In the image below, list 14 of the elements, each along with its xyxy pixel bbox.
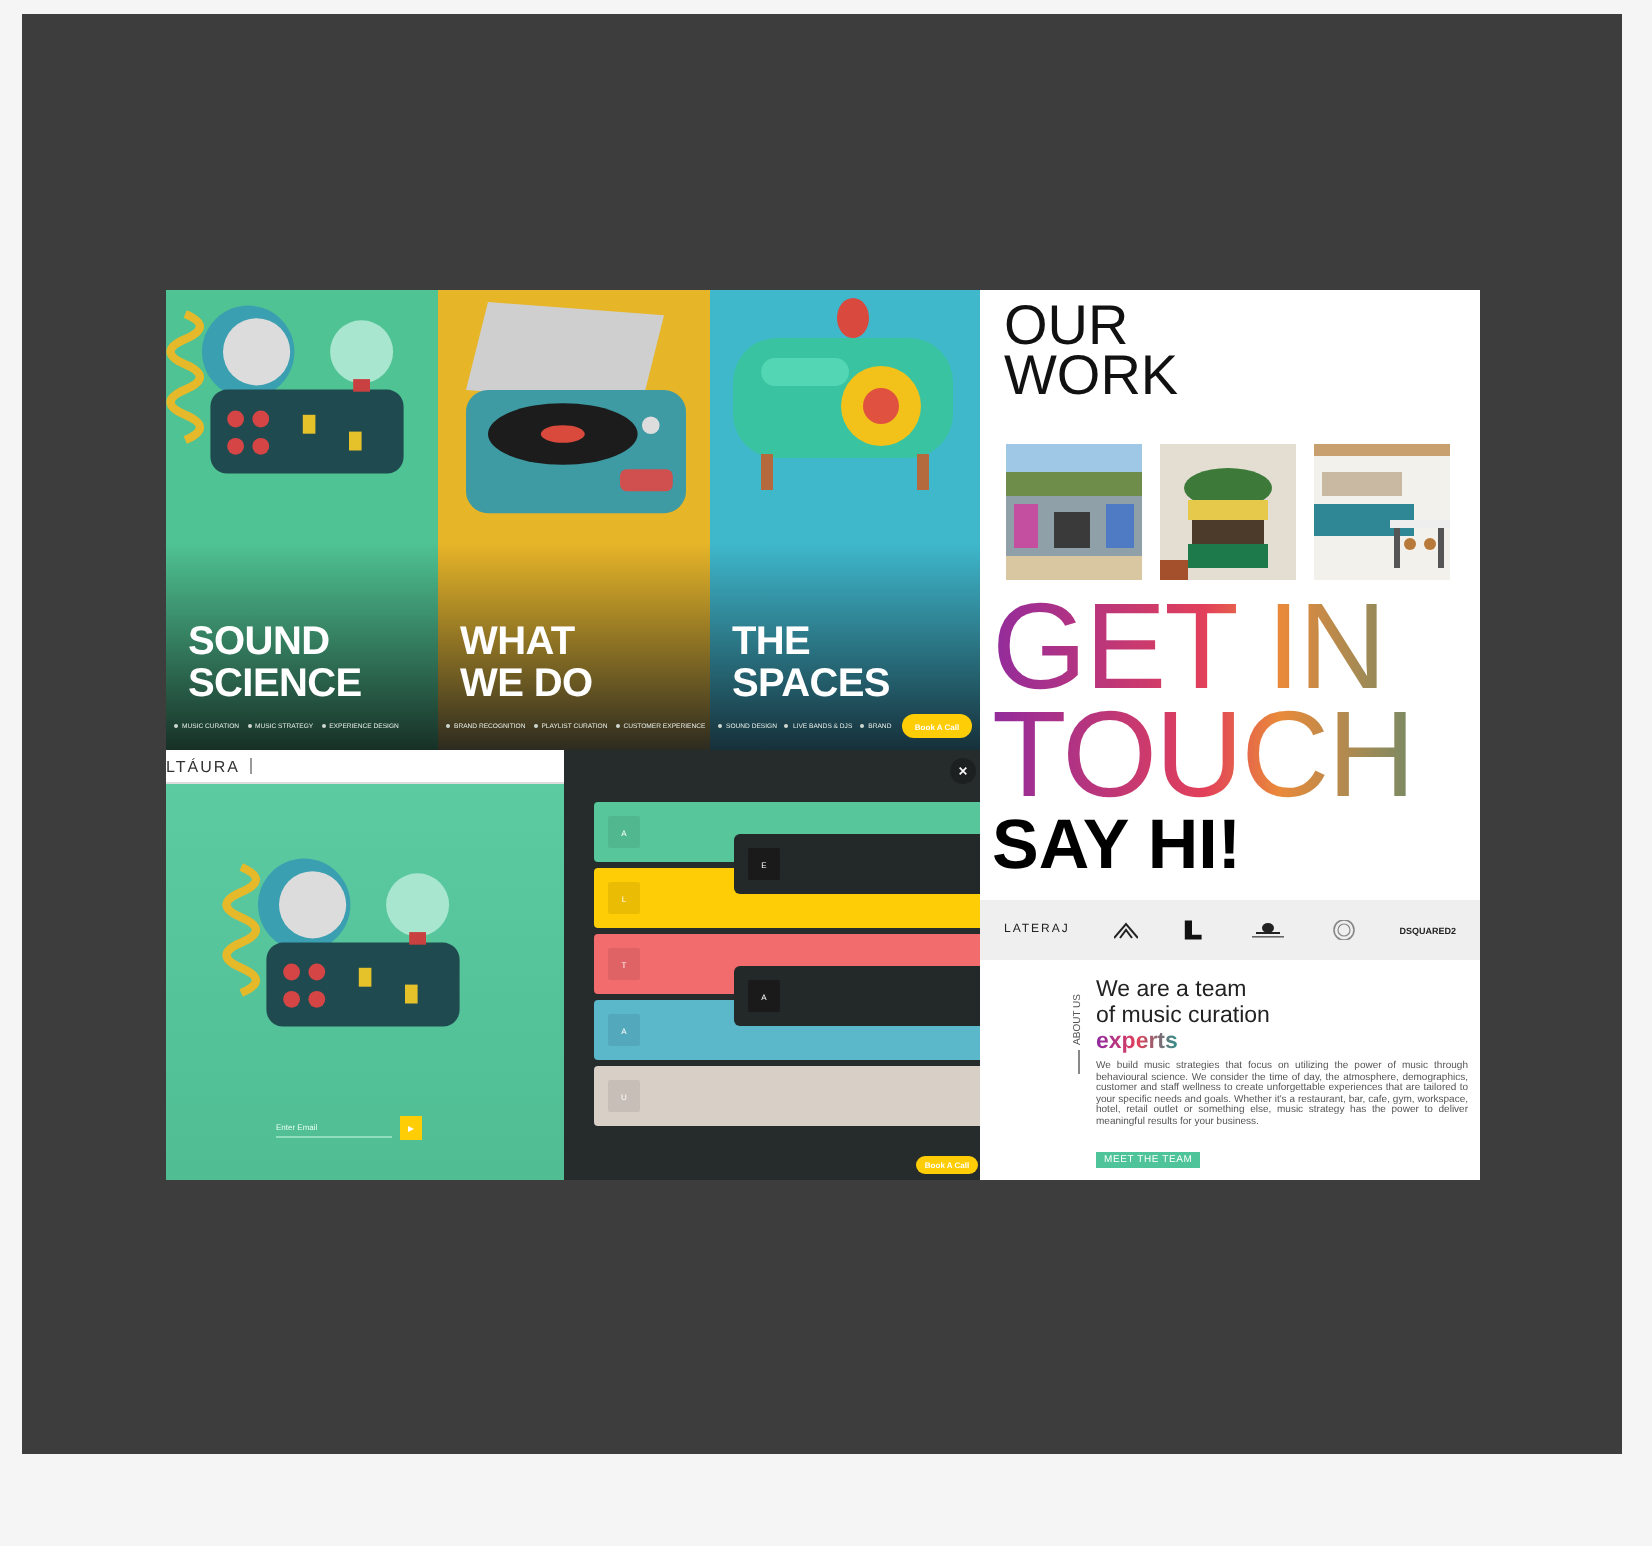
close-button[interactable] [950, 758, 976, 784]
panel-title: SOUND SCIENCE [186, 622, 364, 706]
panel-title: WHAT WE DO [458, 622, 595, 706]
section-title: OUR WORK [1002, 292, 1181, 400]
arrow-icon [406, 1123, 416, 1133]
greeting-title: SAY HI! [990, 808, 1243, 884]
logo-text[interactable]: LTÁURA [166, 757, 240, 775]
close-icon [958, 766, 968, 776]
seal-icon [1331, 920, 1356, 940]
roof-icon [1113, 920, 1138, 940]
highlight-word: experts [1096, 1030, 1178, 1056]
hat-icon [1248, 920, 1289, 940]
about-heading: We are a team of music curation [1096, 978, 1272, 1030]
panel-title: THE SPACES [730, 622, 892, 706]
